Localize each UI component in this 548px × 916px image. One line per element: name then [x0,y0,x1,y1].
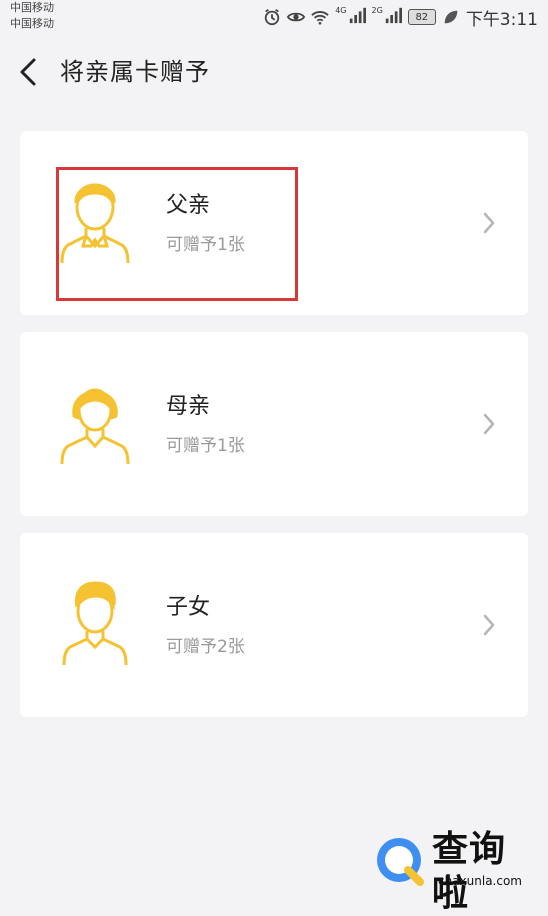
network-type-1: 4G [335,5,347,15]
signal-bars-icon [385,7,402,23]
page-header: 将亲属卡赠予 [0,40,548,106]
network-type-2: 2G [371,5,383,15]
recipient-card-mother[interactable]: 母亲 可赠予1张 [20,332,528,516]
wifi-icon [311,11,329,25]
carrier-label-1: 中国移动 [10,1,54,14]
signal-2: 2G [372,6,402,29]
child-avatar-icon [62,581,128,666]
recipient-name: 母亲 [166,394,211,419]
carrier-label-2: 中国移动 [10,17,54,30]
recipient-quota: 可赠予1张 [166,436,245,456]
recipient-card-father[interactable]: 父亲 可赠予1张 [20,131,528,315]
signal-1: 4G [335,5,366,29]
alarm-icon [265,9,280,26]
watermark-url: chaxunla.com [438,874,522,888]
watermark: 查询啦 chaxunla.com [372,828,538,914]
status-icons: 4G 2G 82 下午3:11 [263,5,538,30]
status-bar: 中国移动 中国移动 4G 2G 82 下午3:11 [0,0,548,36]
clock: 下午3:11 [465,9,538,30]
mother-avatar-icon [60,388,130,465]
magnifier-logo-icon [377,838,424,886]
signal-bars-icon [349,7,366,23]
chevron-right-icon [483,212,495,234]
battery-icon: 82 [407,9,436,25]
chevron-right-icon [483,614,495,636]
chevron-left-icon[interactable] [14,56,44,88]
eye-icon [287,12,306,22]
leaf-icon [444,10,458,24]
recipient-quota: 可赠予2张 [166,637,245,657]
page-title: 将亲属卡赠予 [60,58,210,86]
recipient-name: 子女 [166,595,211,620]
highlight-box [56,167,298,301]
watermark-text: 查询啦 [432,829,507,914]
recipient-card-child[interactable]: 子女 可赠予2张 [20,533,528,717]
chevron-right-icon [483,413,495,435]
